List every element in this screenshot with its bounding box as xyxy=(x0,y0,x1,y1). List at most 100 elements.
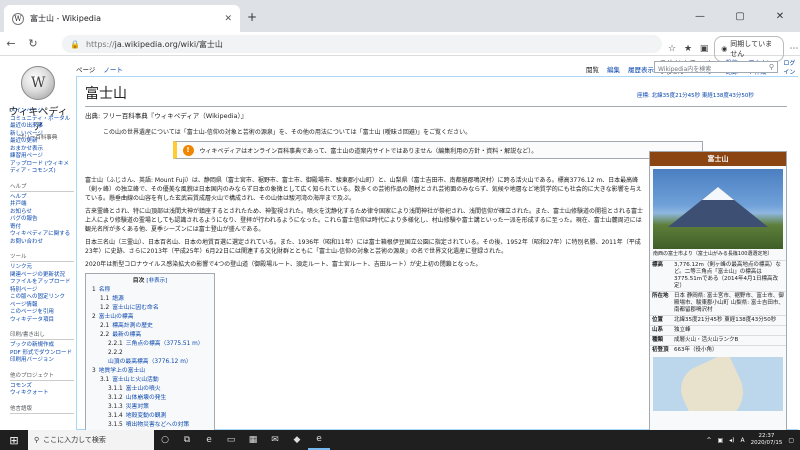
coordinates-link[interactable]: 座標: 北緯35度21分45秒 東経138度43分50秒 xyxy=(637,91,754,99)
toc-toggle-link[interactable]: [非表示] xyxy=(146,278,167,284)
sidebar-link[interactable]: 印刷用バージョン xyxy=(10,357,74,365)
sidebar-link[interactable]: アップロード (ウィキメディア・コモンズ) xyxy=(10,161,74,176)
notification-icon[interactable]: ▢ xyxy=(788,437,794,444)
sidebar-section-title: 他のプロジェクト xyxy=(10,371,74,381)
sidebar-link[interactable]: PDF 形式でダウンロード xyxy=(10,350,74,358)
sidebar-link[interactable]: 関連ページの更新状況 xyxy=(10,272,74,280)
more-icon[interactable]: ⋯ xyxy=(788,44,800,54)
edge-browser-icon[interactable]: e xyxy=(198,435,220,445)
toc-item[interactable]: 3.1.5 噴出物災害などへの対策 xyxy=(92,421,208,430)
ime-icon[interactable]: A xyxy=(741,437,745,444)
toc-item[interactable]: 2 富士山の標高 xyxy=(92,313,208,322)
sidebar-link[interactable]: リンク元 xyxy=(10,264,74,272)
tab-talk[interactable]: ノート xyxy=(103,64,123,75)
sidebar-link[interactable]: バグの報告 xyxy=(10,216,74,224)
minimize-button[interactable]: — xyxy=(680,0,720,32)
sidebar-link[interactable]: ページ情報 xyxy=(10,302,74,310)
toc-item[interactable]: 2.2.1 三角点の標高（3775.51 m） xyxy=(92,340,208,349)
sidebar-link[interactable]: コモンズ xyxy=(10,383,74,391)
sidebar-link[interactable]: お知らせ xyxy=(10,209,74,217)
toc-link[interactable]: 三角点の標高（3775.51 m） xyxy=(126,341,204,347)
toc-link[interactable]: 山体崩壊の発生 xyxy=(126,395,167,401)
sidebar-link[interactable]: ウィキペディアに関するお問い合わせ xyxy=(10,231,74,246)
sidebar-link[interactable]: 特別ページ xyxy=(10,287,74,295)
tab-read[interactable]: 閲覧 xyxy=(586,64,599,74)
sidebar-link[interactable]: 最近の出来事 xyxy=(10,123,74,131)
toc-link[interactable]: 最新の標高 xyxy=(112,332,141,338)
browser-tab[interactable]: W 富士山 - Wikipedia ✕ xyxy=(4,5,240,32)
toc-link[interactable]: 地殻変動の観測 xyxy=(126,413,167,419)
toc-link[interactable]: 富士山に因む命名 xyxy=(112,305,158,311)
toc-number: 2.1 xyxy=(100,323,110,329)
search-icon[interactable]: ⚲ xyxy=(769,63,774,71)
favorite-star-icon[interactable]: ☆ xyxy=(666,44,678,54)
sidebar-link[interactable]: この版への固定リンク xyxy=(10,294,74,302)
toc-item[interactable]: 3.1.4 地殻変動の観測 xyxy=(92,412,208,421)
toc-item[interactable]: 2.2 最新の標高 xyxy=(92,331,208,340)
task-view-icon[interactable]: ⧉ xyxy=(176,435,198,445)
collections-icon[interactable]: ▣ xyxy=(698,44,710,54)
edge-active-icon[interactable]: e xyxy=(308,430,330,450)
toc-link[interactable]: 富士山の噴火 xyxy=(126,386,161,392)
sidebar-link[interactable]: 練習用ページ xyxy=(10,153,74,161)
article-source: 出典: フリー百科事典『ウィキペディア（Wikipedia）』 xyxy=(85,112,248,120)
new-tab-button[interactable]: + xyxy=(247,10,257,24)
maximize-button[interactable]: ▢ xyxy=(720,0,760,32)
toc-link[interactable]: 地質学上の富士山 xyxy=(99,368,145,374)
sidebar-link[interactable]: おまかせ表示 xyxy=(10,146,74,154)
toc-item[interactable]: 3.1.2 山体崩壊の発生 xyxy=(92,394,208,403)
sidebar-link[interactable]: 寄付 xyxy=(10,224,74,232)
close-tab-icon[interactable]: ✕ xyxy=(224,14,232,24)
sidebar-link[interactable]: ファイルをアップロード xyxy=(10,279,74,287)
toc-link[interactable]: 噴出物災害などへの対策 xyxy=(126,422,189,428)
sidebar-link[interactable]: このページを引用 xyxy=(10,309,74,317)
toc-link[interactable]: 標高計測の歴史 xyxy=(112,323,153,329)
search-input[interactable]: Wikipedia内を検索 ⚲ xyxy=(654,61,778,73)
mount-fuji-photo[interactable] xyxy=(653,169,783,249)
close-window-button[interactable]: ✕ xyxy=(760,0,800,32)
sidebar-link[interactable]: ウィキデータ項目 xyxy=(10,317,74,325)
toc-item[interactable]: 1.2 富士山に因む命名 xyxy=(92,304,208,313)
toc-link[interactable]: 語源 xyxy=(112,296,124,302)
taskbar-search[interactable]: ⚲ ここに入力して検索 xyxy=(28,430,154,450)
volume-icon[interactable]: ◂) xyxy=(729,437,734,444)
url-field[interactable]: 🔒 https://ja.wikipedia.org/wiki/富士山 xyxy=(62,35,662,53)
sidebar-link[interactable]: 井戸端 xyxy=(10,201,74,209)
store-icon[interactable]: ▦ xyxy=(242,435,264,445)
sidebar-link[interactable]: 新しいページ xyxy=(10,131,74,139)
refresh-icon[interactable]: ↻ xyxy=(22,37,44,50)
tab-history[interactable]: 履歴表示 xyxy=(628,64,654,74)
sidebar-link[interactable]: ヘルプ xyxy=(10,194,74,202)
toc-link[interactable]: 富士山の標高 xyxy=(99,314,134,320)
back-icon[interactable]: ← xyxy=(0,37,22,50)
tab-page[interactable]: ページ xyxy=(76,64,96,75)
toc-item[interactable]: 2.2.2 山頂の最高標高（3776.12 m） xyxy=(92,349,208,367)
sidebar-link[interactable]: ウィキクォート xyxy=(10,390,74,398)
location-map[interactable] xyxy=(653,357,783,411)
toc-link[interactable]: 名称 xyxy=(99,287,111,293)
favorites-icon[interactable]: ★ xyxy=(682,44,694,54)
toc-item[interactable]: 3.1 富士山と火山活動 xyxy=(92,376,208,385)
toc-item[interactable]: 3 地質学上の富士山 xyxy=(92,367,208,376)
toc-item[interactable]: 1 名称 xyxy=(92,286,208,295)
sidebar-link[interactable]: ブックの新規作成 xyxy=(10,342,74,350)
toc-item[interactable]: 3.1.1 富士山の噴火 xyxy=(92,385,208,394)
toc-item[interactable]: 3.1.3 災害対策 xyxy=(92,403,208,412)
toc-link[interactable]: 災害対策 xyxy=(126,404,149,410)
cortana-icon[interactable]: ○ xyxy=(154,435,176,445)
tab-edit[interactable]: 編集 xyxy=(607,64,620,74)
tray-up-icon[interactable]: ^ xyxy=(706,437,711,444)
clock[interactable]: 22:37 2020/07/15 xyxy=(751,433,783,447)
sidebar-link[interactable]: メインページ xyxy=(10,108,74,116)
sidebar-link[interactable]: コミュニティ・ポータル xyxy=(10,116,74,124)
app-icon[interactable]: ◆ xyxy=(286,435,308,445)
toc-link[interactable]: 山頂の最高標高（3776.12 m） xyxy=(108,359,192,365)
toc-item[interactable]: 1.1 語源 xyxy=(92,295,208,304)
mail-icon[interactable]: ✉ xyxy=(264,435,286,445)
toc-item[interactable]: 2.1 標高計測の歴史 xyxy=(92,322,208,331)
sidebar-link[interactable]: 最近の更新 xyxy=(10,138,74,146)
network-icon[interactable]: ▣ xyxy=(717,437,723,444)
windows-start-icon[interactable]: ⊞ xyxy=(0,434,28,447)
toc-link[interactable]: 富士山と火山活動 xyxy=(112,377,158,383)
file-explorer-icon[interactable]: ▭ xyxy=(220,435,242,445)
